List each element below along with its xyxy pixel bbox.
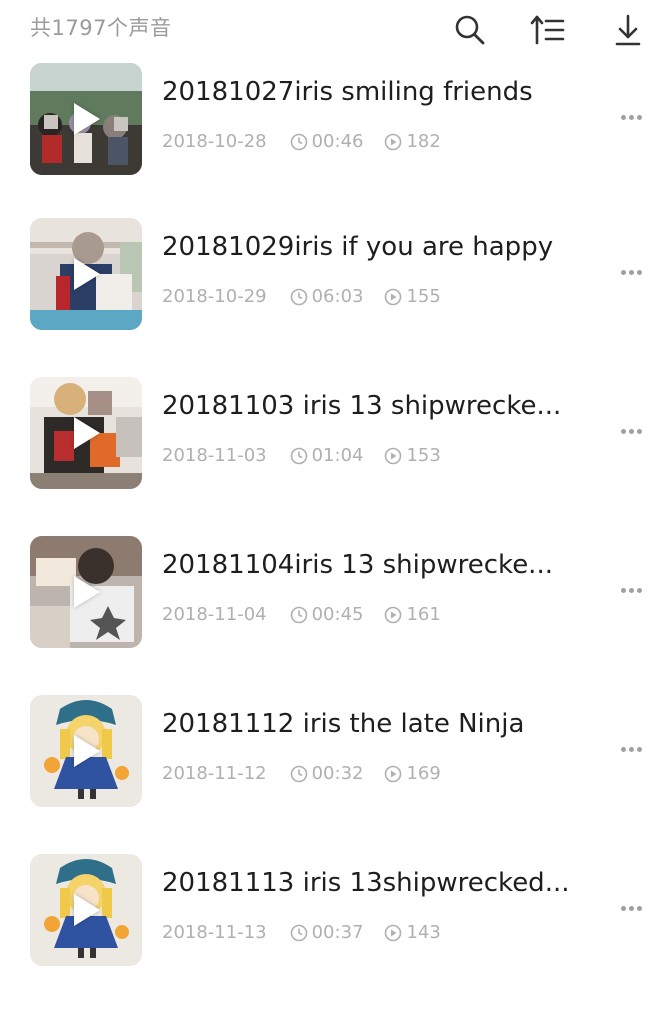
play-icon: [74, 258, 100, 290]
clock-icon: [289, 764, 309, 784]
more-options-icon[interactable]: [616, 260, 646, 284]
track-thumbnail[interactable]: [30, 695, 142, 807]
play-icon: [74, 576, 100, 608]
track-plays: 161: [406, 604, 441, 625]
more-options-icon[interactable]: [616, 105, 646, 129]
track-plays: 143: [406, 922, 441, 943]
play-count-icon: [383, 446, 403, 466]
track-duration: 00:32: [311, 763, 364, 784]
track-date: 2018-11-04: [162, 604, 267, 625]
play-icon: [74, 735, 100, 767]
track-item[interactable]: 20181103 iris 13 shipwrecke... 2018-11-0…: [0, 377, 672, 536]
track-meta: 2018-11-03 01:04 153: [162, 445, 441, 466]
track-title: 20181113 iris 13shipwrecked...: [162, 868, 570, 898]
track-thumbnail[interactable]: [30, 63, 142, 175]
track-title: 20181103 iris 13 shipwrecke...: [162, 391, 562, 421]
track-thumbnail[interactable]: [30, 218, 142, 330]
play-icon: [74, 894, 100, 926]
track-duration: 00:45: [311, 604, 364, 625]
track-duration: 06:03: [311, 286, 364, 307]
play-icon: [74, 417, 100, 449]
download-icon[interactable]: [606, 8, 650, 52]
track-thumbnail[interactable]: [30, 854, 142, 966]
track-item[interactable]: 20181027iris smiling friends 2018-10-28 …: [0, 63, 672, 222]
track-date: 2018-11-13: [162, 922, 267, 943]
track-date: 2018-11-03: [162, 445, 267, 466]
sort-icon[interactable]: [526, 8, 570, 52]
track-plays: 182: [406, 131, 441, 152]
play-count-icon: [383, 287, 403, 307]
track-title: 20181104iris 13 shipwrecke...: [162, 550, 553, 580]
track-plays: 155: [406, 286, 441, 307]
track-count: 共1797个声音: [30, 16, 172, 40]
track-title: 20181112 iris the late Ninja: [162, 709, 525, 739]
track-meta: 2018-10-29 06:03 155: [162, 286, 441, 307]
clock-icon: [289, 287, 309, 307]
track-thumbnail[interactable]: [30, 536, 142, 648]
track-plays: 169: [406, 763, 441, 784]
more-options-icon[interactable]: [616, 578, 646, 602]
track-duration: 01:04: [311, 445, 364, 466]
track-date: 2018-11-12: [162, 763, 267, 784]
more-options-icon[interactable]: [616, 896, 646, 920]
track-thumbnail[interactable]: [30, 377, 142, 489]
more-options-icon[interactable]: [616, 737, 646, 761]
clock-icon: [289, 923, 309, 943]
play-icon: [74, 103, 100, 135]
track-meta: 2018-11-13 00:37 143: [162, 922, 441, 943]
track-plays: 153: [406, 445, 441, 466]
track-date: 2018-10-28: [162, 131, 267, 152]
play-count-icon: [383, 764, 403, 784]
clock-icon: [289, 132, 309, 152]
track-item[interactable]: 20181112 iris the late Ninja 2018-11-12 …: [0, 695, 672, 854]
track-item[interactable]: 20181104iris 13 shipwrecke... 2018-11-04…: [0, 536, 672, 695]
track-meta: 2018-11-12 00:32 169: [162, 763, 441, 784]
play-count-icon: [383, 923, 403, 943]
track-item[interactable]: 20181113 iris 13shipwrecked... 2018-11-1…: [0, 854, 672, 1013]
clock-icon: [289, 446, 309, 466]
track-item[interactable]: 20181029iris if you are happy 2018-10-29…: [0, 218, 672, 377]
track-date: 2018-10-29: [162, 286, 267, 307]
play-count-icon: [383, 132, 403, 152]
header-bar: 共1797个声音: [0, 0, 672, 56]
play-count-icon: [383, 605, 403, 625]
track-meta: 2018-10-28 00:46 182: [162, 131, 441, 152]
more-options-icon[interactable]: [616, 419, 646, 443]
clock-icon: [289, 605, 309, 625]
track-title: 20181029iris if you are happy: [162, 232, 554, 262]
search-icon[interactable]: [448, 8, 492, 52]
track-duration: 00:37: [311, 922, 364, 943]
track-title: 20181027iris smiling friends: [162, 77, 533, 107]
track-meta: 2018-11-04 00:45 161: [162, 604, 441, 625]
track-duration: 00:46: [311, 131, 364, 152]
